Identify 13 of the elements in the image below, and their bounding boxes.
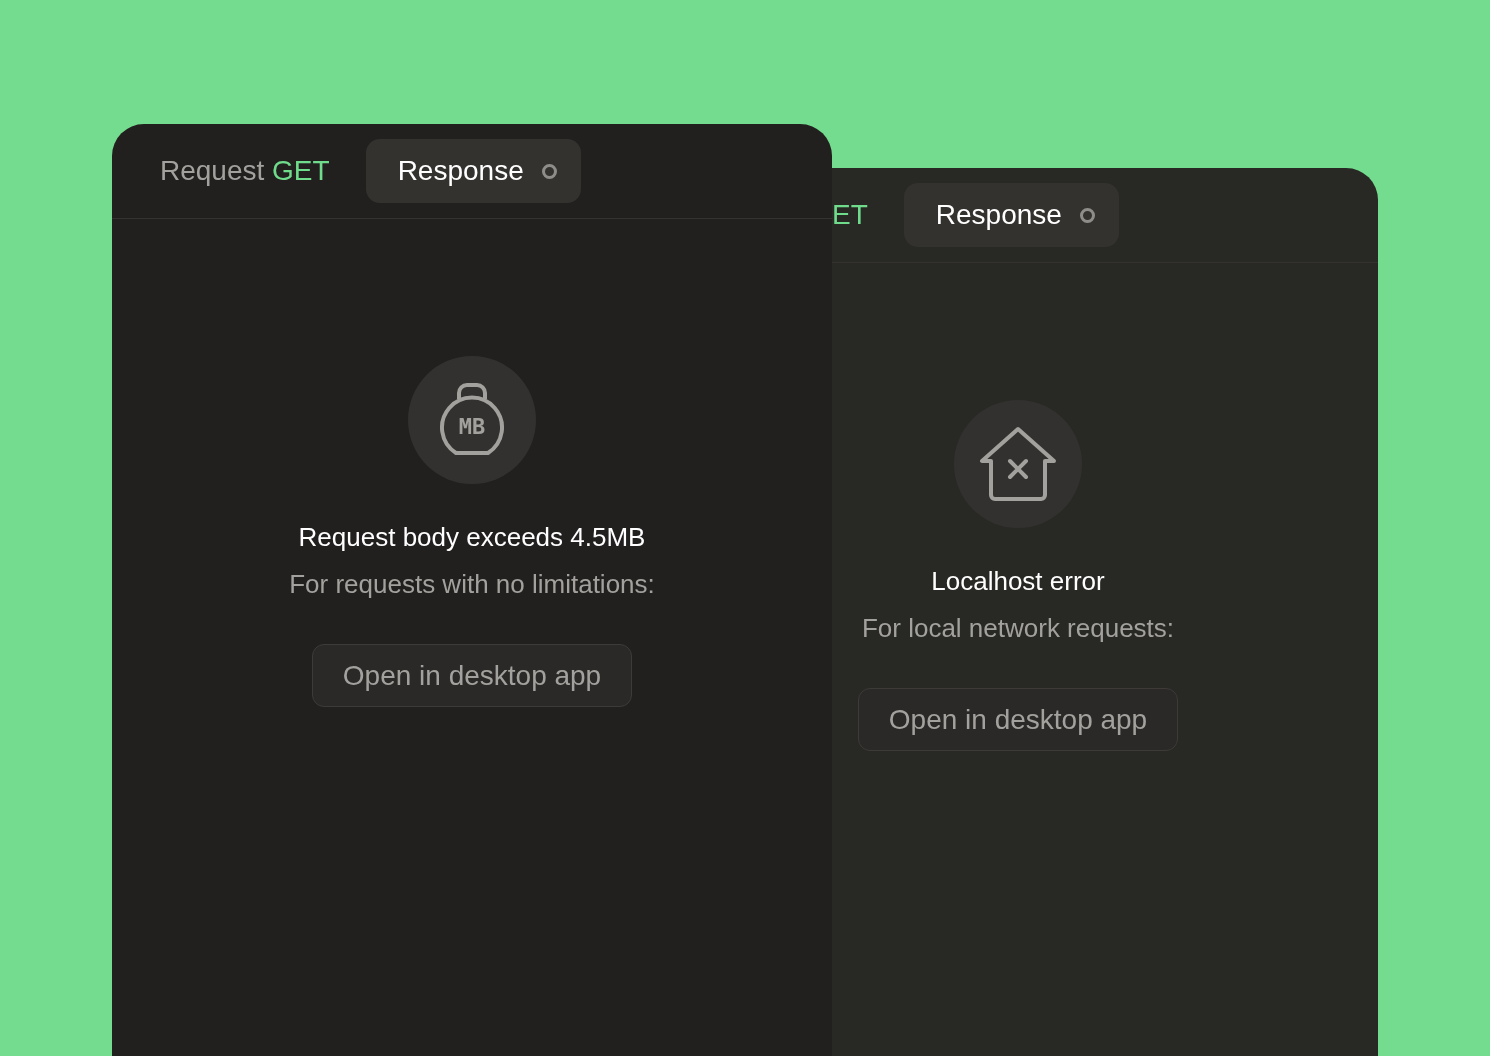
house-x-icon <box>978 425 1058 503</box>
open-desktop-button[interactable]: Open in desktop app <box>311 644 633 707</box>
open-desktop-button[interactable]: Open in desktop app <box>857 688 1179 751</box>
error-title: Request body exceeds 4.5MB <box>298 521 646 554</box>
response-tab[interactable]: Response <box>365 139 581 203</box>
request-tab[interactable]: Request GET <box>160 139 330 203</box>
error-subtitle: For local network requests: <box>861 612 1175 645</box>
error-title: Localhost error <box>931 565 1105 598</box>
status-ring-icon <box>1079 207 1095 223</box>
request-tab[interactable]: ET <box>832 183 868 247</box>
response-tab[interactable]: Response <box>903 183 1119 247</box>
error-subtitle: For requests with no limitations: <box>289 568 655 601</box>
status-ring-icon <box>541 163 557 179</box>
